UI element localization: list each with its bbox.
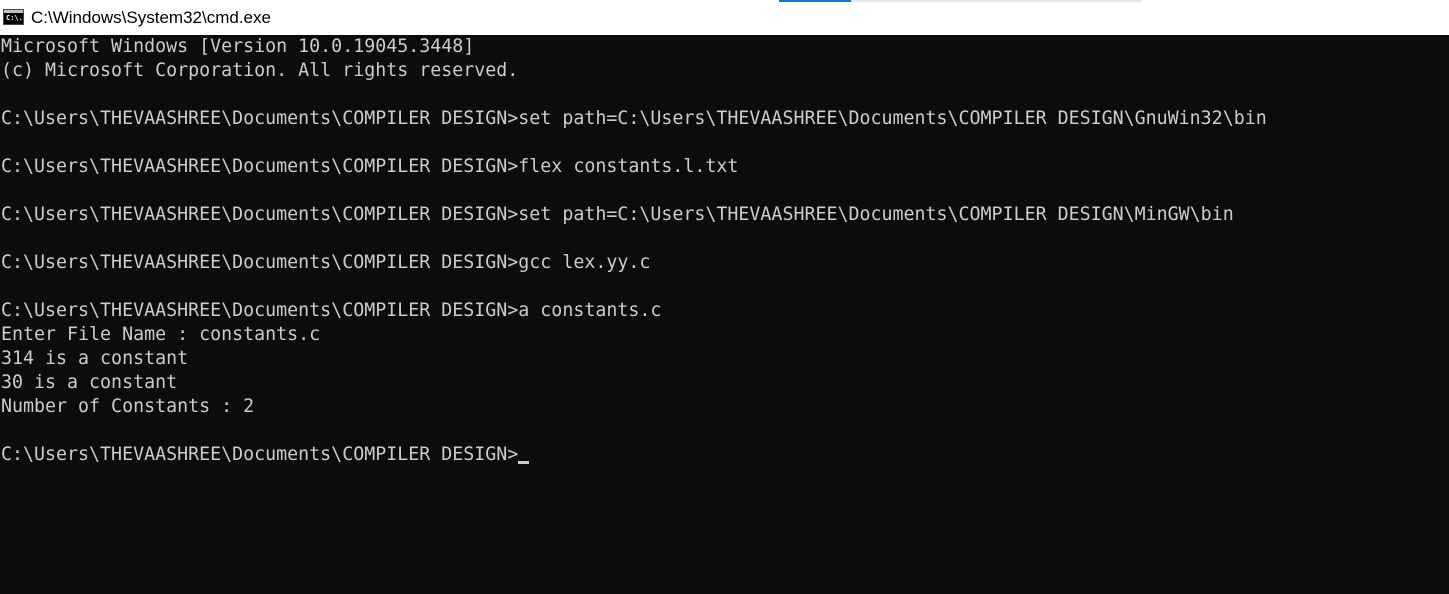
command-prompt: C:\Users\THEVAASHREE\Documents\COMPILER …	[1, 444, 519, 465]
console-icon-label: C:\.	[6, 14, 23, 22]
focus-indicator	[779, 0, 851, 2]
console-icon[interactable]: C:\.	[3, 9, 24, 25]
console-line: Enter File Name : constants.c	[1, 324, 321, 345]
title-bar[interactable]: C:\. C:\Windows\System32\cmd.exe	[0, 0, 1449, 35]
console-line: C:\Users\THEVAASHREE\Documents\COMPILER …	[1, 252, 651, 273]
console-line: C:\Users\THEVAASHREE\Documents\COMPILER …	[1, 156, 739, 177]
console-line: Number of Constants : 2	[1, 396, 255, 417]
console-icon-bar	[4, 10, 23, 13]
console-line: C:\Users\THEVAASHREE\Documents\COMPILER …	[1, 108, 1267, 129]
console-line: (c) Microsoft Corporation. All rights re…	[1, 60, 519, 81]
cmd-window: C:\. C:\Windows\System32\cmd.exe Microso…	[0, 0, 1449, 594]
text-cursor	[518, 461, 530, 464]
prompt-line[interactable]: C:\Users\THEVAASHREE\Documents\COMPILER …	[1, 443, 1447, 467]
console-output[interactable]: Microsoft Windows [Version 10.0.19045.34…	[1, 35, 1447, 594]
focus-indicator-track	[851, 0, 1141, 2]
window-title: C:\Windows\System32\cmd.exe	[31, 8, 271, 27]
console-line: 30 is a constant	[1, 372, 178, 393]
console-line: C:\Users\THEVAASHREE\Documents\COMPILER …	[1, 300, 662, 321]
console-line: Microsoft Windows [Version 10.0.19045.34…	[1, 36, 475, 57]
console-line: 314 is a constant	[1, 348, 189, 369]
console-line: C:\Users\THEVAASHREE\Documents\COMPILER …	[1, 204, 1234, 225]
